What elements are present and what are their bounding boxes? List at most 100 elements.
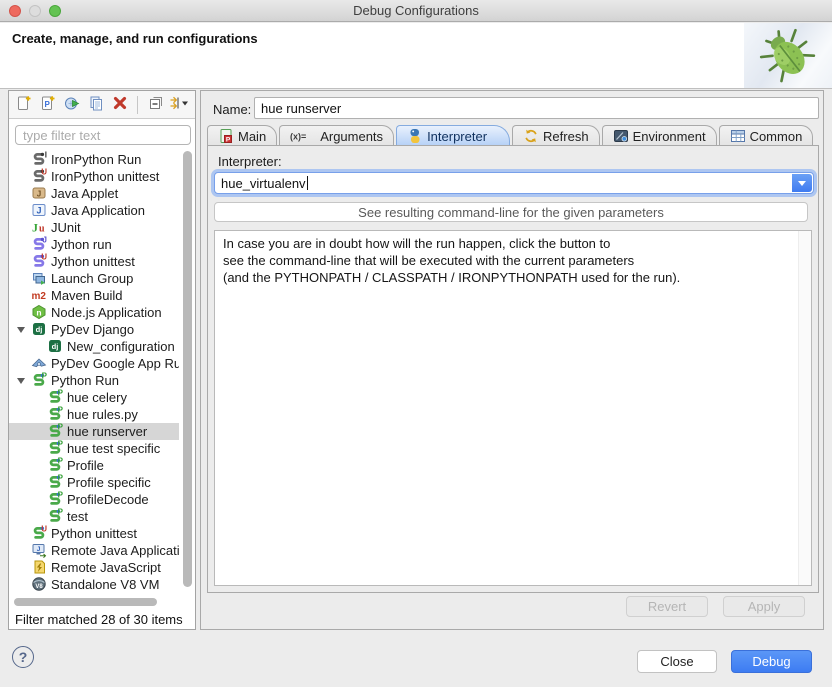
svg-text:n: n	[36, 307, 41, 317]
filter-configurations-button[interactable]	[171, 96, 189, 114]
tree-item-label: Launch Group	[51, 271, 133, 286]
tree-item[interactable]: P Profile specific	[9, 474, 179, 491]
tree-item-label: Profile specific	[67, 475, 151, 490]
duplicate-button[interactable]	[87, 96, 104, 114]
tree-item[interactable]: V8Standalone V8 VM	[9, 576, 179, 593]
tree-item[interactable]: djPyDev Django	[9, 321, 179, 338]
python-run-icon: P	[47, 474, 63, 490]
interpreter-combobox[interactable]: hue_virtualenv	[214, 172, 814, 194]
tree-item[interactable]: JJava Applet	[9, 185, 179, 202]
v8-icon: V8	[31, 576, 47, 592]
tree-item[interactable]: Launch Group	[9, 270, 179, 287]
tree-item-label: PyDev Django	[51, 322, 134, 337]
tab-refresh[interactable]: Refresh	[512, 125, 600, 146]
tab-interpreter[interactable]: Interpreter	[396, 125, 510, 146]
zoom-window-icon[interactable]	[49, 5, 61, 17]
title-bar: Debug Configurations	[0, 0, 832, 22]
export-configurations-button[interactable]	[63, 96, 80, 114]
tree-item[interactable]: m2 Maven Build	[9, 287, 179, 304]
name-input[interactable]	[254, 97, 819, 119]
debug-button[interactable]: Debug	[731, 650, 812, 673]
svg-text:U: U	[41, 525, 47, 534]
svg-text:P: P	[42, 372, 47, 381]
tree-vertical-scrollbar[interactable]	[182, 151, 193, 595]
configurations-toolbar: P	[9, 91, 195, 119]
svg-text:m2: m2	[32, 291, 47, 302]
help-button[interactable]: ?	[12, 646, 34, 668]
tree-item[interactable]: Ptest	[9, 508, 179, 525]
remote-java-icon: J	[31, 542, 47, 558]
nodejs-icon: n	[31, 304, 47, 320]
tree-item[interactable]: IIronPython Run	[9, 151, 179, 168]
tab-arguments[interactable]: (x)=Arguments	[279, 125, 394, 146]
tree-item[interactable]: Phue rules.py	[9, 406, 179, 423]
tree-item[interactable]: UJython unittest	[9, 253, 179, 270]
see-command-line-button[interactable]: See resulting command-line for the given…	[214, 202, 808, 222]
tree-item[interactable]: PProfileDecode	[9, 491, 179, 508]
tree-horizontal-scrollbar[interactable]	[12, 598, 175, 607]
jython-run-icon: J	[31, 236, 47, 252]
svg-text:P: P	[226, 136, 231, 143]
svg-text:P: P	[58, 389, 63, 398]
info-scrollbar-track[interactable]	[798, 231, 811, 585]
tree-item[interactable]: Phue celery	[9, 389, 179, 406]
chevron-down-icon	[798, 181, 806, 186]
filter-menu-icon	[169, 95, 191, 114]
expander-triangle-icon[interactable]	[17, 378, 25, 384]
tree-item[interactable]: UPython unittest	[9, 525, 179, 542]
python-run-icon: P	[47, 423, 63, 439]
tree-item[interactable]: UIronPython unittest	[9, 168, 179, 185]
expander-triangle-icon[interactable]	[17, 327, 25, 333]
tree-item[interactable]: nNode.js Application	[9, 304, 179, 321]
svg-text:J: J	[32, 221, 38, 235]
tree-item-label: hue runserver	[67, 424, 147, 439]
collapse-all-button[interactable]	[147, 96, 164, 114]
filter-input[interactable]	[15, 125, 191, 145]
tree-item-label: Remote JavaScript	[51, 560, 161, 575]
django-icon: dj	[47, 338, 63, 354]
tab-main[interactable]: PMain	[207, 125, 277, 146]
python-run-icon: P	[47, 440, 63, 456]
tab-main-icon: P	[218, 128, 234, 144]
tab-environment[interactable]: Environment	[602, 125, 717, 146]
maven-icon: m2	[31, 287, 47, 303]
tree-item[interactable]: Phue test specific	[9, 440, 179, 457]
svg-text:u: u	[39, 224, 45, 235]
new-prototype-button[interactable]: P	[39, 96, 56, 114]
tree-item-label: Maven Build	[51, 288, 123, 303]
combobox-dropdown-button[interactable]	[792, 174, 812, 192]
delete-button[interactable]	[111, 96, 128, 114]
tree-item[interactable]: JuJUnit	[9, 219, 179, 236]
tree-item[interactable]: PProfile	[9, 457, 179, 474]
tree-item-label: Java Applet	[51, 186, 118, 201]
configuration-editor: Name: PMain(x)=ArgumentsInterpreterRefre…	[200, 90, 824, 630]
page-title: Create, manage, and run configurations	[12, 31, 258, 46]
close-window-icon[interactable]	[9, 5, 21, 17]
tree-item[interactable]: PyDev Google App Run	[9, 355, 179, 372]
interpreter-label: Interpreter:	[218, 154, 282, 169]
close-button[interactable]: Close	[637, 650, 717, 673]
python-run-icon: P	[47, 457, 63, 473]
junit-icon: Ju	[31, 219, 47, 235]
tree-item[interactable]: JJython run	[9, 236, 179, 253]
dialog-header: Create, manage, and run configurations	[0, 23, 832, 89]
svg-text:I: I	[45, 151, 47, 160]
svg-text:P: P	[58, 423, 63, 432]
tree-item[interactable]: PPython Run	[9, 372, 179, 389]
tree-item-label: hue celery	[67, 390, 127, 405]
python-run-icon: P	[47, 491, 63, 507]
tab-common[interactable]: Common	[719, 125, 814, 146]
python-run-icon: P	[31, 372, 47, 388]
java-application-icon: J	[31, 202, 47, 218]
tree-item[interactable]: Remote JavaScript	[9, 559, 179, 576]
tree-item[interactable]: JRemote Java Application	[9, 542, 179, 559]
new-configuration-button[interactable]	[15, 96, 32, 114]
tree-item[interactable]: JJava Application	[9, 202, 179, 219]
tree-item[interactable]: djNew_configuration	[9, 338, 179, 355]
configurations-tree: IIronPython RunUIronPython unittestJJava…	[9, 151, 179, 595]
window-title: Debug Configurations	[0, 0, 832, 21]
revert-button[interactable]: Revert	[626, 596, 708, 617]
apply-button[interactable]: Apply	[723, 596, 805, 617]
interpreter-tab-panel: Interpreter: hue_virtualenv See resultin…	[207, 145, 819, 593]
tree-item[interactable]: Phue runserver	[9, 423, 179, 440]
